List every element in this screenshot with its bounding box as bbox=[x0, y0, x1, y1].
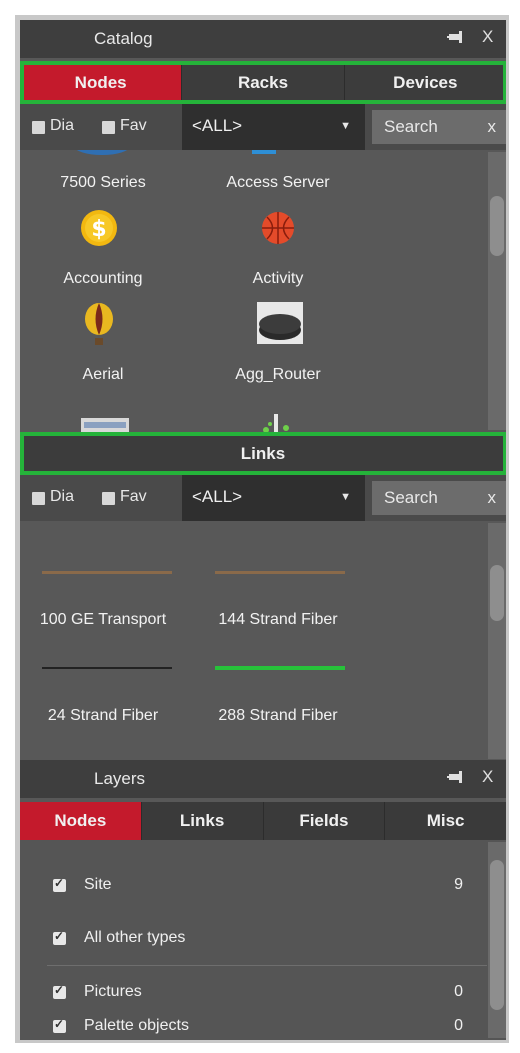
select-value: <ALL> bbox=[192, 487, 243, 506]
tab-devices[interactable]: Devices bbox=[345, 64, 506, 102]
links-filter-bar: Dia Fav <ALL> ▼ Search x bbox=[20, 475, 506, 521]
catalog-search-input[interactable]: Search x bbox=[372, 110, 506, 144]
dia-checkbox[interactable] bbox=[32, 492, 45, 505]
catalog-item-label: Aerial bbox=[82, 366, 124, 383]
links-search-input[interactable]: Search x bbox=[372, 481, 506, 515]
layer-row-site[interactable]: Site 9 bbox=[20, 870, 485, 902]
layer-checkbox[interactable] bbox=[53, 1017, 66, 1033]
catalog-item-label: Agg_Router bbox=[235, 366, 321, 383]
tab-nodes[interactable]: Nodes bbox=[20, 64, 183, 102]
link-item-label: 144 Strand Fiber bbox=[218, 611, 338, 628]
link-item-label: 288 Strand Fiber bbox=[218, 707, 338, 724]
dollar-coin-icon[interactable]: $ bbox=[79, 208, 119, 248]
dia-checkbox[interactable] bbox=[32, 121, 45, 134]
links-type-select[interactable]: <ALL> ▼ bbox=[182, 475, 365, 521]
layer-name: Pictures bbox=[84, 983, 142, 1000]
search-placeholder: Search bbox=[384, 488, 438, 507]
catalog-items: 7500 Series Access Server $ Accounting A… bbox=[20, 150, 506, 435]
dropdown-arrow-icon: ▼ bbox=[340, 491, 351, 503]
layers-close-button[interactable]: X bbox=[482, 767, 493, 787]
tab-racks[interactable]: Racks bbox=[182, 64, 345, 102]
plant-icon[interactable] bbox=[256, 410, 296, 435]
7500-series-icon[interactable] bbox=[72, 150, 132, 162]
layer-row-palette-objects[interactable]: Palette objects 0 bbox=[20, 1011, 485, 1040]
catalog-tabs: Nodes Racks Devices bbox=[20, 64, 506, 102]
link-line-swatch[interactable] bbox=[42, 571, 172, 574]
catalog-scroll-thumb[interactable] bbox=[490, 196, 504, 256]
layer-count: 9 bbox=[454, 876, 463, 893]
catalog-type-select[interactable]: <ALL> ▼ bbox=[182, 104, 365, 150]
catalog-item-label: 7500 Series bbox=[60, 174, 146, 191]
catalog-close-button[interactable]: X bbox=[482, 27, 493, 47]
links-title: Links bbox=[240, 444, 286, 463]
link-item-label: 24 Strand Fiber bbox=[47, 707, 159, 724]
layer-row-all-other-types[interactable]: All other types bbox=[20, 923, 485, 955]
links-items: 100 GE Transport 144 Strand Fiber 24 Str… bbox=[20, 521, 506, 759]
tab-nodes[interactable]: Nodes bbox=[20, 802, 142, 840]
link-line-swatch[interactable] bbox=[42, 667, 172, 669]
link-item-label: 100 GE Transport bbox=[39, 611, 167, 628]
layers-scroll-thumb[interactable] bbox=[490, 860, 504, 1010]
catalog-item-label: Accounting bbox=[63, 270, 143, 287]
svg-text:$: $ bbox=[91, 217, 106, 242]
layer-checkbox[interactable] bbox=[53, 876, 66, 892]
link-line-swatch[interactable] bbox=[215, 666, 345, 670]
catalog-titlebar: Catalog X bbox=[20, 20, 506, 58]
catalog-scrollbar[interactable] bbox=[488, 152, 506, 430]
fav-checkbox[interactable] bbox=[102, 121, 115, 134]
layers-titlebar: Layers X bbox=[20, 760, 506, 798]
layer-row-pictures[interactable]: Pictures 0 bbox=[20, 977, 485, 1009]
fav-checkbox[interactable] bbox=[102, 492, 115, 505]
pin-icon[interactable] bbox=[447, 29, 465, 50]
layer-checkbox[interactable] bbox=[53, 983, 66, 999]
layer-count: 0 bbox=[454, 983, 463, 1000]
dia-label: Dia bbox=[50, 488, 75, 505]
basketball-icon[interactable] bbox=[260, 210, 296, 246]
tab-misc[interactable]: Misc bbox=[385, 802, 506, 840]
search-placeholder: Search bbox=[384, 117, 438, 136]
keyboard-icon[interactable] bbox=[80, 404, 132, 435]
hot-air-balloon-icon[interactable] bbox=[82, 302, 116, 348]
layers-title: Layers bbox=[94, 769, 146, 788]
select-value: <ALL> bbox=[192, 116, 243, 135]
dia-label: Dia bbox=[50, 117, 75, 134]
fav-label: Fav bbox=[120, 488, 147, 505]
router-icon[interactable] bbox=[255, 300, 305, 346]
layers-scrollbar[interactable] bbox=[488, 842, 506, 1038]
layer-name: Site bbox=[84, 876, 112, 893]
catalog-filter-bar: Dia Fav <ALL> ▼ Search x bbox=[20, 104, 506, 150]
layer-name: All other types bbox=[84, 929, 186, 946]
access-server-icon[interactable] bbox=[250, 150, 280, 162]
clear-search-button[interactable]: x bbox=[488, 117, 497, 137]
clear-search-button[interactable]: x bbox=[488, 488, 497, 508]
links-header: Links bbox=[20, 435, 506, 473]
pin-icon[interactable] bbox=[447, 769, 465, 790]
catalog-item-label: Activity bbox=[252, 270, 304, 287]
dropdown-arrow-icon: ▼ bbox=[340, 120, 351, 132]
layer-count: 0 bbox=[454, 1017, 463, 1034]
catalog-title: Catalog bbox=[94, 29, 153, 48]
layers-divider bbox=[47, 965, 487, 966]
links-scrollbar[interactable] bbox=[488, 523, 506, 759]
layer-name: Palette objects bbox=[84, 1017, 189, 1034]
tab-links[interactable]: Links bbox=[142, 802, 264, 840]
fav-label: Fav bbox=[120, 117, 147, 134]
links-scroll-thumb[interactable] bbox=[490, 565, 504, 621]
link-line-swatch[interactable] bbox=[215, 571, 345, 574]
tab-fields[interactable]: Fields bbox=[264, 802, 386, 840]
layers-list: Site 9 All other types Pictures 0 Palett… bbox=[20, 840, 506, 1040]
catalog-item-label: Access Server bbox=[226, 174, 330, 191]
layers-tabs: Nodes Links Fields Misc bbox=[20, 802, 506, 840]
side-panel: Catalog X Nodes Racks Devices Dia Fav <A… bbox=[20, 20, 506, 1040]
layer-checkbox[interactable] bbox=[53, 929, 66, 945]
